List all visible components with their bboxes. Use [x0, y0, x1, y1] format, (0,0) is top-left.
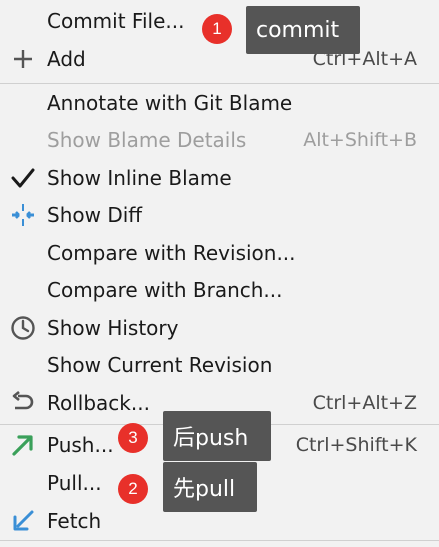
- annotation-callout-push: 后push: [163, 411, 271, 461]
- menu-item-label: Commit File...: [47, 8, 185, 33]
- menu-item-show-current-revision[interactable]: Show Current Revision: [0, 346, 439, 383]
- menu-item-compare-branch[interactable]: Compare with Branch...: [0, 271, 439, 308]
- menu-item-label: Compare with Branch...: [47, 277, 283, 302]
- menu-item-show-inline-blame[interactable]: Show Inline Blame: [0, 159, 439, 196]
- menu-item-label: Fetch: [47, 508, 102, 533]
- annotation-badge-1: 1: [202, 14, 232, 44]
- menu-item-annotate-git-blame[interactable]: Annotate with Git Blame: [0, 84, 439, 121]
- annotation-badge-2: 2: [118, 474, 148, 504]
- annotation-callout-commit: commit: [246, 6, 360, 54]
- menu-item-label: Compare with Revision...: [47, 240, 296, 265]
- checkmark-icon: [8, 163, 38, 193]
- menu-item-label: Show Current Revision: [47, 352, 273, 377]
- menu-item-label: Annotate with Git Blame: [47, 90, 293, 115]
- annotation-callout-pull: 先pull: [163, 462, 257, 512]
- menu-item-show-diff[interactable]: Show Diff: [0, 196, 439, 233]
- menu-item-label: Show History: [47, 315, 179, 340]
- menu-item-show-blame-details: Show Blame Details Alt+Shift+B: [0, 121, 439, 158]
- menu-item-show-history[interactable]: Show History: [0, 309, 439, 346]
- menu-item-label: Show Diff: [47, 202, 143, 227]
- clock-icon: [8, 313, 38, 343]
- plus-icon: [8, 44, 38, 74]
- menu-item-label: Rollback...: [47, 390, 150, 415]
- fetch-arrow-icon: [8, 506, 38, 536]
- push-arrow-icon: [8, 430, 38, 460]
- menu-item-label: Show Blame Details: [47, 127, 247, 152]
- diff-arrows-icon: [8, 200, 38, 230]
- menu-item-shortcut: Alt+Shift+B: [303, 128, 417, 151]
- menu-item-label: Pull...: [47, 470, 102, 495]
- menu-item-label: Push...: [47, 432, 114, 457]
- menu-item-label: Add: [47, 46, 86, 71]
- menu-item-label: Show Inline Blame: [47, 165, 232, 190]
- undo-icon: [8, 388, 38, 418]
- menu-item-shortcut: Ctrl+Shift+K: [295, 433, 417, 456]
- annotation-badge-3: 3: [118, 423, 148, 453]
- menu-separator: [0, 540, 439, 541]
- menu-item-add[interactable]: Add Ctrl+Alt+A: [0, 40, 439, 77]
- menu-item-shortcut: Ctrl+Alt+Z: [312, 391, 417, 414]
- menu-item-compare-revision[interactable]: Compare with Revision...: [0, 234, 439, 271]
